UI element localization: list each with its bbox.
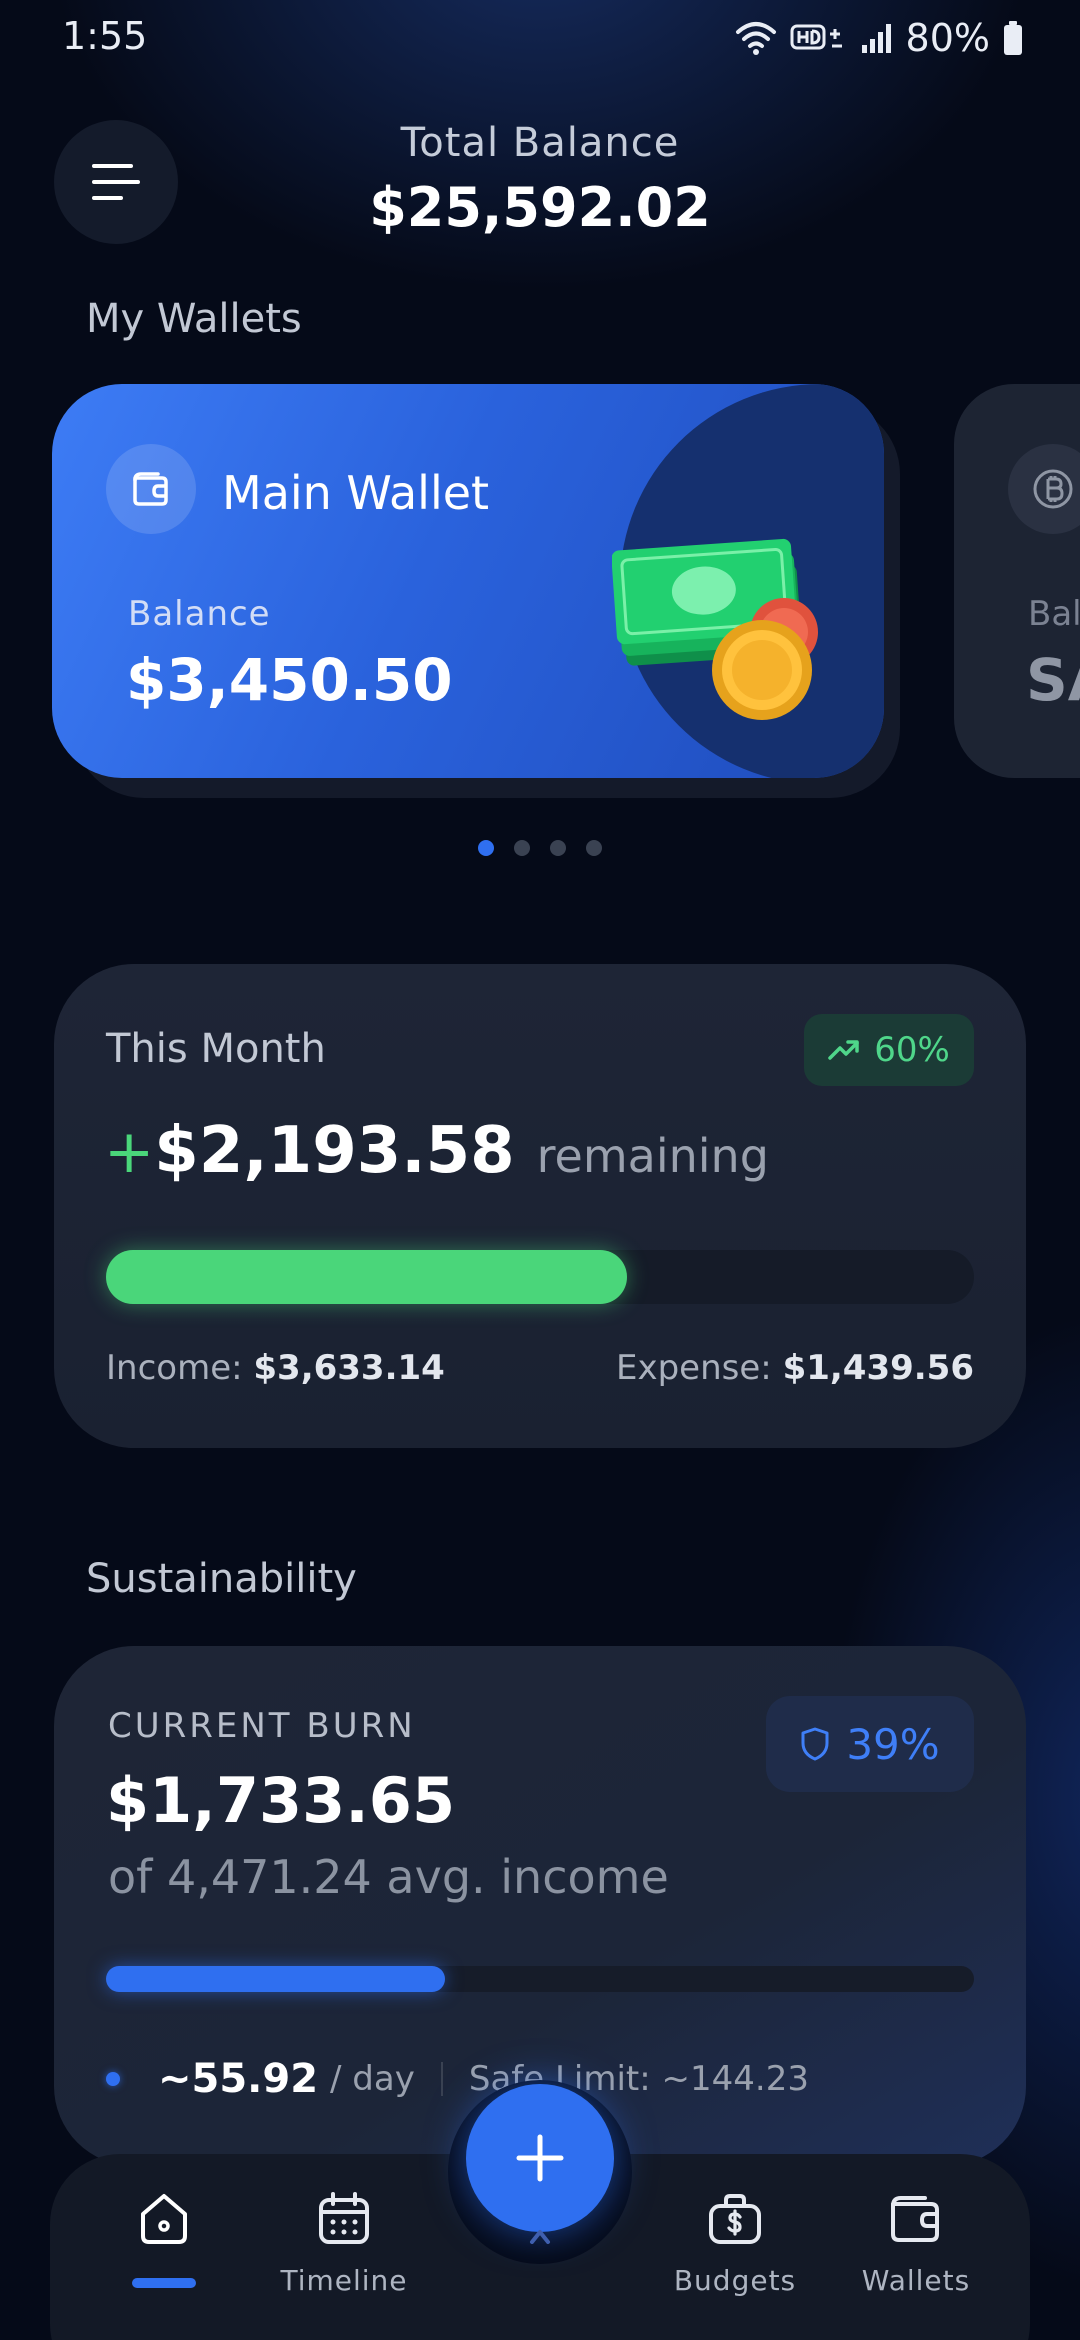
plus-icon bbox=[516, 2134, 564, 2182]
income-value: $3,633.14 bbox=[253, 1348, 445, 1388]
nav-timeline[interactable]: Timeline bbox=[254, 2190, 434, 2297]
bitcoin-wallet-balance-label: Bal bbox=[1028, 594, 1080, 634]
briefcase-dollar-icon bbox=[709, 2194, 761, 2244]
battery-icon bbox=[1004, 21, 1022, 55]
main-wallet-balance: $3,450.50 bbox=[126, 646, 453, 714]
trending-up-icon bbox=[828, 1040, 859, 1060]
main-wallet-balance-label: Balance bbox=[128, 594, 271, 634]
avg-income-text: of 4,471.24 avg. income bbox=[108, 1850, 669, 1904]
nav-home[interactable] bbox=[74, 2190, 254, 2288]
nav-wallets-label: Wallets bbox=[861, 2264, 971, 2297]
remaining-label: remaining bbox=[536, 1129, 769, 1183]
remaining-row: + $2,193.58 remaining bbox=[104, 1114, 769, 1188]
current-burn-amount: $1,733.65 bbox=[106, 1764, 456, 1837]
pager-dot[interactable] bbox=[586, 840, 602, 856]
main-wallet-name: Main Wallet bbox=[222, 466, 490, 520]
bitcoin-icon bbox=[1033, 469, 1073, 509]
hd-voice-icon bbox=[790, 24, 842, 50]
per-day-unit: / day bbox=[330, 2059, 415, 2099]
battery-percent: 80% bbox=[905, 16, 990, 60]
add-transaction-button[interactable] bbox=[466, 2084, 614, 2232]
current-burn-label: CURRENT BURN bbox=[108, 1706, 416, 1746]
screen: 1:55 80% Total Balance $25,592.02 My Wal… bbox=[0, 0, 1080, 2340]
bitcoin-icon-wrap bbox=[1008, 444, 1080, 534]
wifi-icon bbox=[735, 22, 776, 55]
shield-icon bbox=[801, 1727, 829, 1761]
calendar-icon bbox=[319, 2192, 369, 2244]
remaining-amount: $2,193.58 bbox=[154, 1114, 515, 1188]
wallet-icon bbox=[133, 472, 168, 506]
this-month-badge-value: 60% bbox=[874, 1030, 950, 1070]
month-progress-fill bbox=[106, 1250, 627, 1304]
expense-summary: Expense: $1,439.56 bbox=[616, 1348, 974, 1388]
main-wallet-card[interactable]: Main Wallet Balance $3,450.50 bbox=[52, 384, 884, 778]
nav-wallets[interactable]: Wallets bbox=[826, 2190, 1006, 2297]
this-month-badge: 60% bbox=[804, 1014, 974, 1086]
cash-coins-illustration bbox=[612, 538, 818, 720]
main-wallet-icon-wrap bbox=[106, 444, 196, 534]
this-month-title: This Month bbox=[106, 1026, 326, 1072]
status-icons: 80% bbox=[734, 16, 1024, 60]
nav-budgets-label: Budgets bbox=[673, 2264, 797, 2297]
expense-value: $1,439.56 bbox=[782, 1348, 974, 1388]
status-bar: 1:55 80% bbox=[0, 0, 1080, 80]
pager-dot[interactable] bbox=[514, 840, 530, 856]
pager-dot[interactable] bbox=[550, 840, 566, 856]
burn-indicator-dot bbox=[106, 2072, 120, 2086]
signal-icon bbox=[861, 24, 891, 53]
status-time: 1:55 bbox=[62, 14, 148, 58]
my-wallets-title: My Wallets bbox=[86, 296, 302, 342]
footer-divider bbox=[440, 2062, 443, 2096]
bitcoin-wallet-balance: SA bbox=[1026, 646, 1080, 714]
burn-badge: 39% bbox=[766, 1696, 974, 1792]
this-month-card: This Month 60% + $2,193.58 remaining Inc… bbox=[54, 964, 1026, 1448]
sustainability-title: Sustainability bbox=[86, 1556, 357, 1602]
income-label: Income: bbox=[106, 1348, 243, 1388]
home-icon bbox=[141, 2194, 187, 2244]
nav-timeline-label: Timeline bbox=[280, 2264, 408, 2297]
total-balance-label: Total Balance bbox=[400, 120, 680, 166]
burn-footer: ~55.92 / day Safe Limit: ~144.23 bbox=[106, 2056, 809, 2102]
nav-budgets[interactable]: Budgets bbox=[645, 2190, 825, 2297]
expense-label: Expense: bbox=[616, 1348, 772, 1388]
per-day-value: ~55.92 bbox=[158, 2056, 319, 2102]
plus-sign: + bbox=[104, 1117, 155, 1187]
total-balance-amount: $25,592.02 bbox=[369, 176, 711, 239]
burn-badge-value: 39% bbox=[846, 1719, 940, 1769]
month-progress-track bbox=[106, 1250, 974, 1304]
wallet-pager[interactable] bbox=[0, 840, 1080, 856]
nav-active-indicator bbox=[132, 2278, 196, 2288]
pager-dot[interactable] bbox=[478, 840, 494, 856]
income-summary: Income: $3,633.14 bbox=[106, 1348, 445, 1388]
bitcoin-wallet-card[interactable]: Bal SA bbox=[954, 384, 1080, 778]
burn-progress-track bbox=[106, 1966, 974, 1992]
chevron-up-icon bbox=[530, 2230, 550, 2244]
burn-progress-fill bbox=[106, 1966, 445, 1992]
wallet-icon bbox=[891, 2196, 939, 2242]
